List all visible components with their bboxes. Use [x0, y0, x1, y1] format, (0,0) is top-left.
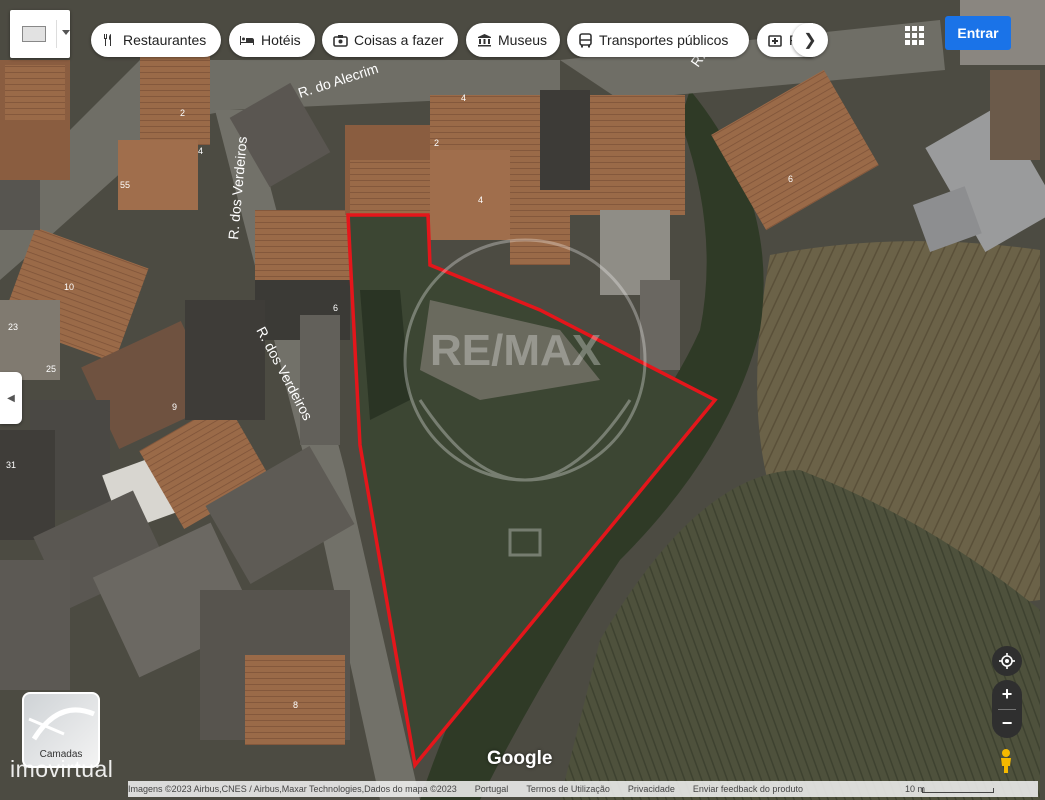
watermark-text: RE/MAX: [430, 326, 601, 375]
bed-icon: [239, 32, 255, 48]
country-link[interactable]: Portugal: [475, 784, 509, 794]
chevron-left-icon: ◀: [7, 392, 15, 404]
chip-hotels[interactable]: Hotéis: [229, 23, 315, 57]
zoom-out-button[interactable]: −: [992, 709, 1022, 738]
imovirtual-watermark: imovirtual: [10, 756, 114, 782]
my-location-button[interactable]: [992, 646, 1022, 676]
chip-label: Coisas a fazer: [354, 32, 444, 48]
house-number: 25: [46, 364, 56, 374]
museum-icon: [476, 32, 492, 48]
divider: [998, 709, 1016, 710]
house-number: 4: [478, 195, 483, 205]
divider: [56, 20, 57, 48]
house-number: 2: [180, 108, 185, 118]
chevron-down-icon[interactable]: [62, 30, 70, 35]
street-view-pegman-icon[interactable]: [994, 748, 1018, 774]
house-number: 2: [434, 138, 439, 148]
pharmacy-icon: [767, 32, 783, 48]
camera-icon: [332, 32, 348, 48]
house-number: 6: [788, 174, 793, 184]
scale-bar: [922, 788, 994, 793]
chip-things-to-do[interactable]: Coisas a fazer: [322, 23, 458, 57]
privacy-link[interactable]: Privacidade: [628, 784, 675, 794]
terms-link[interactable]: Termos de Utilização: [526, 784, 610, 794]
attribution-bar: Imagens ©2023 Airbus,CNES / Airbus,Maxar…: [128, 781, 1038, 797]
house-number: 6: [333, 303, 338, 313]
map-type-button[interactable]: [10, 10, 70, 58]
house-number: 4: [461, 93, 466, 103]
imagery-attribution: Imagens ©2023 Airbus,CNES / Airbus,Maxar…: [128, 784, 457, 794]
zoom-in-button[interactable]: +: [992, 680, 1022, 709]
collapse-panel-button[interactable]: ◀: [0, 372, 22, 424]
crosshair-icon: [999, 653, 1015, 669]
map-layer-icon: [22, 26, 46, 42]
chip-restaurants[interactable]: Restaurantes: [91, 23, 221, 57]
google-logo: Google: [487, 748, 553, 769]
chip-label: Restaurantes: [123, 32, 207, 48]
house-number: 8: [293, 700, 298, 710]
house-number: 23: [8, 322, 18, 332]
sign-in-button[interactable]: Entrar: [945, 16, 1011, 50]
house-number: 9: [172, 402, 177, 412]
house-number: 10: [64, 282, 74, 292]
bus-icon: [577, 32, 593, 48]
apps-grid-icon[interactable]: [903, 24, 925, 46]
chip-museums[interactable]: Museus: [466, 23, 560, 57]
satellite-map[interactable]: R. do Alecrim R. dos Verdeiros R. dos Ve…: [0, 0, 1045, 800]
layers-preview-icon: [28, 707, 95, 741]
feedback-link[interactable]: Enviar feedback do produto: [693, 784, 803, 794]
house-number: 31: [6, 460, 16, 470]
chip-label: Transportes públicos: [599, 32, 729, 48]
zoom-control: + −: [992, 680, 1022, 738]
chip-public-transport[interactable]: Transportes públicos: [567, 23, 749, 57]
chip-label: Hotéis: [261, 32, 301, 48]
chevron-right-icon: ❯: [803, 32, 817, 49]
house-number: 55: [120, 180, 130, 190]
restaurant-icon: [101, 32, 117, 48]
house-number: 4: [198, 146, 203, 156]
chip-label: Museus: [498, 32, 548, 48]
chips-scroll-right-button[interactable]: ❯: [792, 23, 828, 57]
